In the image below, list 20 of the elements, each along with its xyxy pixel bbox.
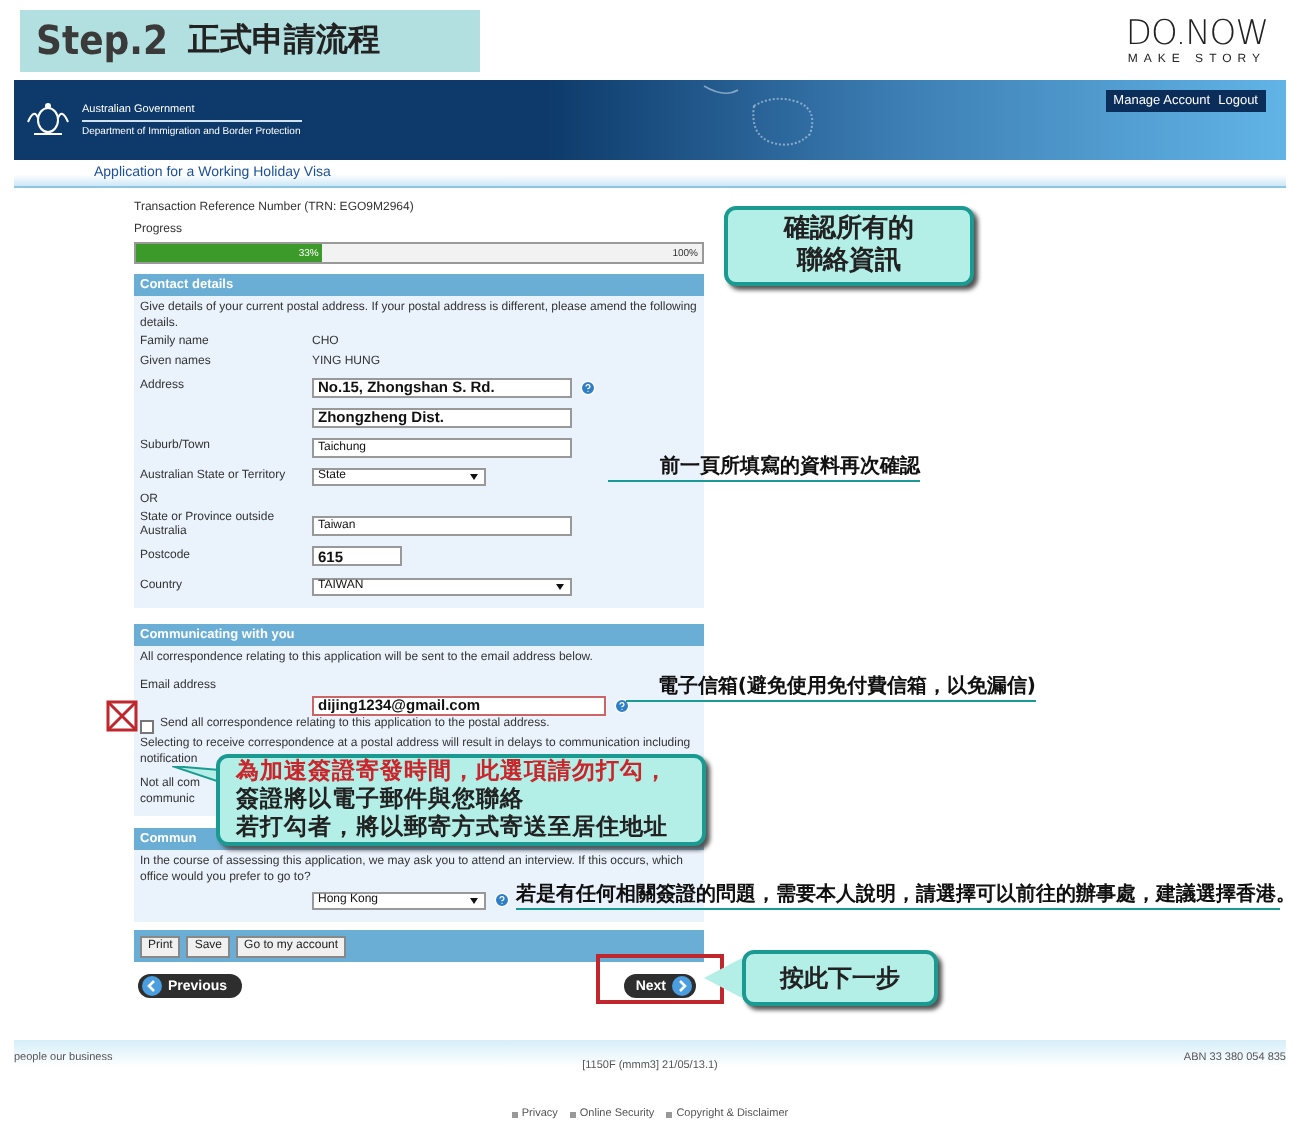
logo-text: DO.NOW [1125, 14, 1268, 54]
help-icon[interactable] [580, 379, 596, 395]
caret-icon [556, 583, 564, 589]
cross-mark-icon [106, 700, 138, 732]
help-icon[interactable] [494, 892, 510, 908]
highlight-frame [596, 954, 724, 1004]
caret-icon [470, 897, 478, 903]
pointer-drawing [172, 766, 220, 782]
callout: 確認所有的 聯絡資訊 [724, 206, 974, 286]
callout: 為加速簽證寄發時間，此選項請勿打勾， 簽證將以電子郵件與您聯絡 若打勾者，將以郵寄方式寄送至居住地址 [216, 754, 706, 846]
annotation-text: 前一頁所填寫的資料再次確認 [608, 452, 920, 482]
checkbox[interactable] [140, 719, 154, 733]
step-title: 正式申請流程 [188, 19, 381, 61]
step-number: Step.2 [36, 16, 169, 64]
annotation-text: 若是有任何相關簽證的問題，需要本人說明，請選擇可以前往的辦事處，建議選擇香港。 [516, 880, 1280, 910]
pointer-drawing [704, 958, 742, 998]
caret-icon [470, 473, 478, 479]
annotation-text: 電子信箱(避免使用免付費信箱，以免漏信) [626, 672, 1036, 702]
crest-icon [26, 102, 70, 138]
help-icon[interactable] [614, 697, 630, 713]
